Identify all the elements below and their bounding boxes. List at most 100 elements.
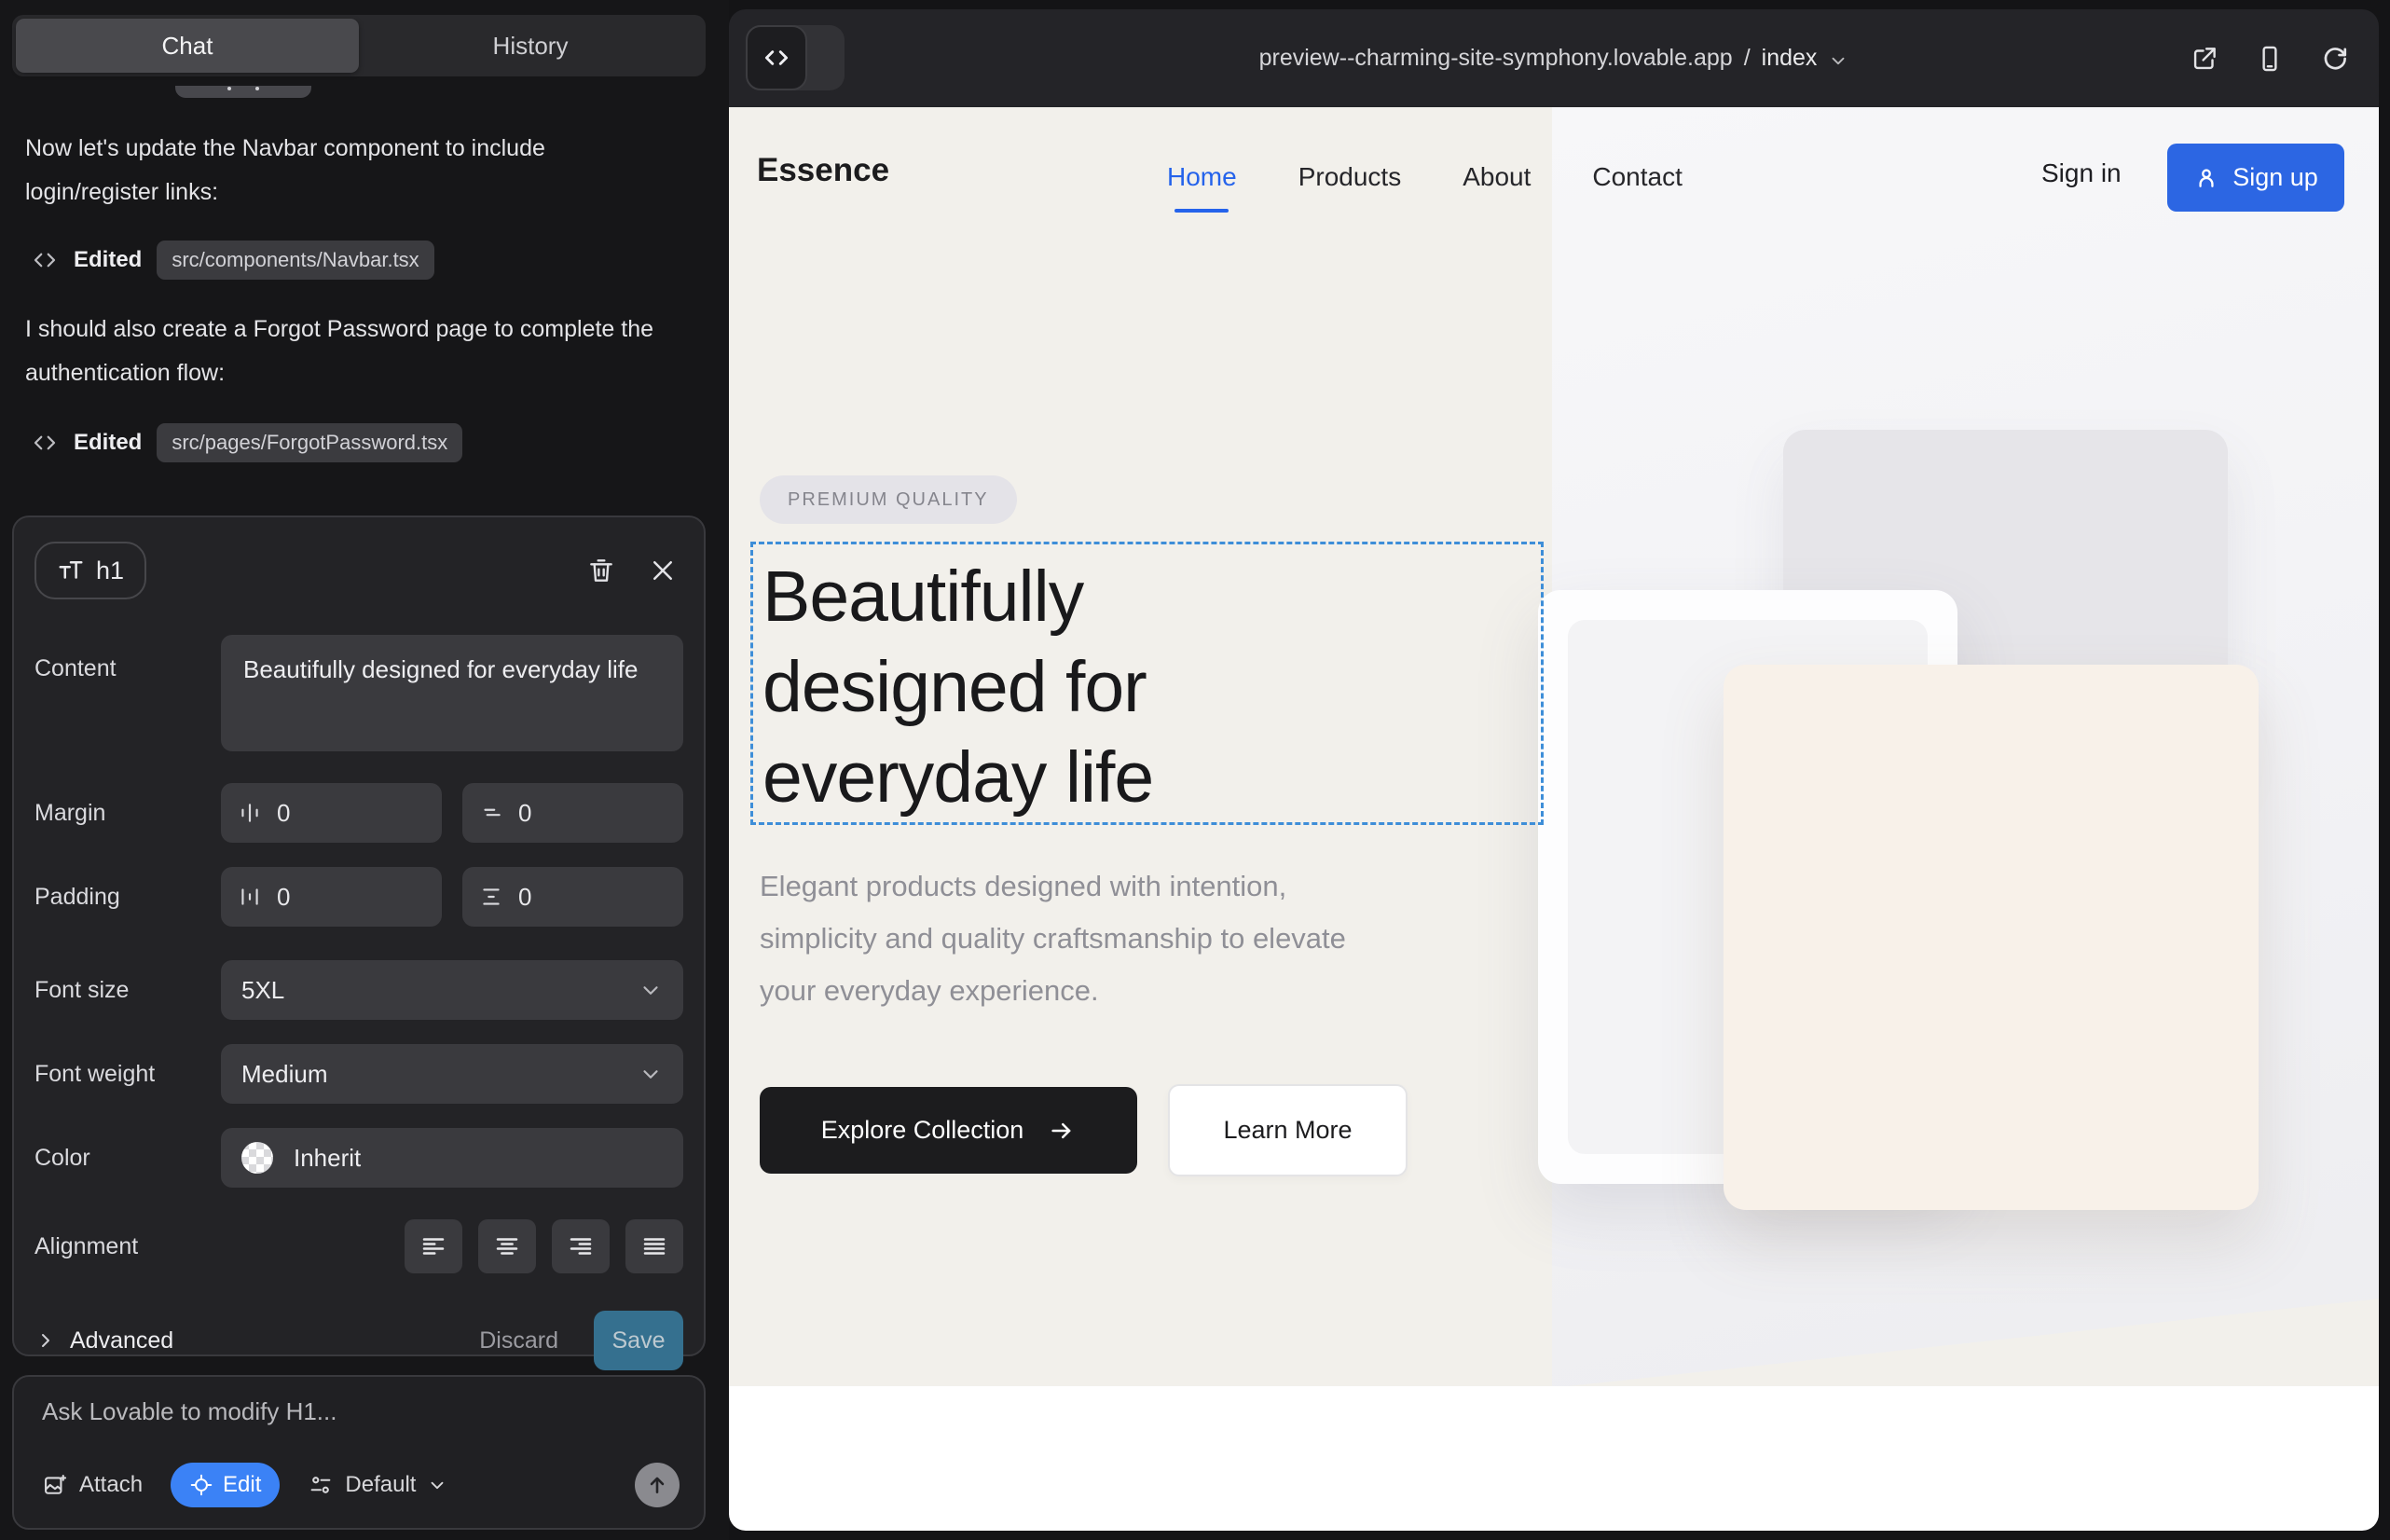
code-icon	[31, 246, 59, 274]
margin-vertical-icon	[479, 801, 503, 825]
chat-composer: Ask Lovable to modify H1... Attach Edit …	[12, 1375, 706, 1530]
preview-browser-bar: preview--charming-site-symphony.lovable.…	[729, 9, 2379, 107]
margin-y-value: 0	[518, 799, 531, 828]
element-editor-panel: h1 Content Beautifully designed for ever…	[12, 516, 706, 1356]
padding-horizontal-icon	[238, 885, 262, 909]
sliders-icon	[308, 1472, 334, 1498]
font-size-label: Font size	[34, 977, 221, 1004]
color-value: Inherit	[294, 1144, 663, 1173]
advanced-label: Advanced	[70, 1327, 173, 1354]
external-link-icon	[2189, 43, 2220, 75]
nav-link-about[interactable]: About	[1463, 162, 1531, 192]
chevron-down-icon	[639, 978, 663, 1002]
sign-in-link[interactable]: Sign in	[2041, 158, 2122, 188]
edit-mode-button[interactable]: Edit	[171, 1463, 280, 1507]
element-tag-label: h1	[96, 557, 124, 585]
refresh-icon	[2319, 43, 2351, 75]
edited-file-row: Edited src/components/Navbar.tsx	[31, 241, 434, 280]
route-name: index	[1762, 45, 1818, 72]
hero-headline[interactable]: Beautifully designed for everyday life	[762, 552, 1153, 823]
explore-collection-button[interactable]: Explore Collection	[760, 1087, 1137, 1174]
assistant-message: I should also create a Forgot Password p…	[25, 308, 668, 395]
sign-up-label: Sign up	[2232, 163, 2318, 192]
default-mode-select[interactable]: Default	[308, 1472, 447, 1498]
preview-url: preview--charming-site-symphony.lovable.…	[1259, 45, 1733, 72]
explore-collection-label: Explore Collection	[821, 1116, 1024, 1145]
arrow-up-icon	[645, 1473, 669, 1497]
trash-icon	[586, 556, 616, 585]
margin-x-value: 0	[277, 799, 290, 828]
mobile-phone-icon	[2254, 43, 2286, 75]
padding-x-input[interactable]: 0	[221, 867, 442, 927]
chevron-right-icon	[34, 1329, 57, 1352]
code-icon	[31, 429, 59, 457]
hero-description: Elegant products designed with intention…	[760, 860, 1375, 1017]
align-left-button[interactable]	[405, 1219, 462, 1273]
nav-link-home[interactable]: Home	[1167, 162, 1237, 192]
attach-image-icon	[42, 1472, 68, 1498]
font-weight-select[interactable]: Medium	[221, 1044, 683, 1104]
font-size-select[interactable]: 5XL	[221, 960, 683, 1020]
nav-link-products[interactable]: Products	[1298, 162, 1402, 192]
edited-label: Edited	[74, 247, 142, 273]
edit-label: Edit	[223, 1472, 261, 1498]
tab-history[interactable]: History	[359, 19, 702, 73]
chevron-down-icon	[1828, 50, 1848, 71]
font-weight-label: Font weight	[34, 1061, 221, 1088]
chat-sidebar: Chat History Now let's update the Navbar…	[0, 0, 729, 1540]
close-editor-button[interactable]	[642, 550, 683, 591]
send-button[interactable]	[635, 1463, 680, 1507]
color-label: Color	[34, 1145, 221, 1172]
chevron-down-icon	[427, 1475, 447, 1495]
tab-chat[interactable]: Chat	[16, 19, 359, 73]
content-textarea[interactable]: Beautifully designed for everyday life	[221, 635, 683, 751]
align-justify-icon	[640, 1232, 668, 1260]
align-justify-button[interactable]	[625, 1219, 683, 1273]
file-chip[interactable]: src/components/Navbar.tsx	[157, 241, 433, 280]
refresh-button[interactable]	[2319, 43, 2351, 75]
open-external-button[interactable]	[2189, 43, 2220, 75]
save-button[interactable]: Save	[594, 1311, 683, 1370]
target-icon	[189, 1473, 213, 1497]
color-swatch	[241, 1142, 273, 1174]
chat-history-tabbar: Chat History	[12, 15, 706, 76]
h1-selection-outline[interactable]: Beautifully designed for everyday life	[750, 542, 1544, 825]
discard-button[interactable]: Discard	[479, 1327, 558, 1354]
advanced-toggle[interactable]: Advanced	[34, 1327, 173, 1354]
font-size-value: 5XL	[241, 976, 639, 1005]
close-icon	[649, 557, 677, 584]
padding-label: Padding	[34, 884, 221, 911]
font-weight-value: Medium	[241, 1060, 639, 1089]
url-separator: /	[1744, 45, 1751, 72]
site-logo[interactable]: Essence	[757, 152, 889, 189]
selected-element-pill[interactable]: h1	[34, 542, 146, 599]
edited-file-row: Edited src/pages/ForgotPassword.tsx	[31, 423, 462, 462]
scrolled-message-fragment	[175, 86, 311, 98]
padding-y-value: 0	[518, 883, 531, 912]
composer-input[interactable]: Ask Lovable to modify H1...	[42, 1397, 676, 1426]
typography-icon	[57, 557, 85, 584]
align-right-icon	[567, 1232, 595, 1260]
preview-panel: preview--charming-site-symphony.lovable.…	[729, 9, 2379, 1531]
margin-label: Margin	[34, 800, 221, 827]
delete-element-button[interactable]	[581, 550, 622, 591]
margin-horizontal-icon	[238, 801, 262, 825]
nav-link-contact[interactable]: Contact	[1592, 162, 1683, 192]
color-select[interactable]: Inherit	[221, 1128, 683, 1188]
learn-more-button[interactable]: Learn More	[1168, 1084, 1408, 1176]
attach-button[interactable]: Attach	[42, 1472, 143, 1498]
user-icon	[2193, 165, 2219, 191]
align-right-button[interactable]	[552, 1219, 610, 1273]
content-label: Content	[34, 655, 221, 682]
url-display[interactable]: preview--charming-site-symphony.lovable.…	[729, 9, 2379, 107]
mobile-view-button[interactable]	[2254, 43, 2286, 75]
align-center-icon	[493, 1232, 521, 1260]
sign-up-button[interactable]: Sign up	[2167, 144, 2344, 212]
align-center-button[interactable]	[478, 1219, 536, 1273]
padding-y-input[interactable]: 0	[462, 867, 683, 927]
margin-x-input[interactable]: 0	[221, 783, 442, 843]
file-chip[interactable]: src/pages/ForgotPassword.tsx	[157, 423, 462, 462]
margin-y-input[interactable]: 0	[462, 783, 683, 843]
alignment-label: Alignment	[34, 1233, 221, 1260]
padding-vertical-icon	[479, 885, 503, 909]
